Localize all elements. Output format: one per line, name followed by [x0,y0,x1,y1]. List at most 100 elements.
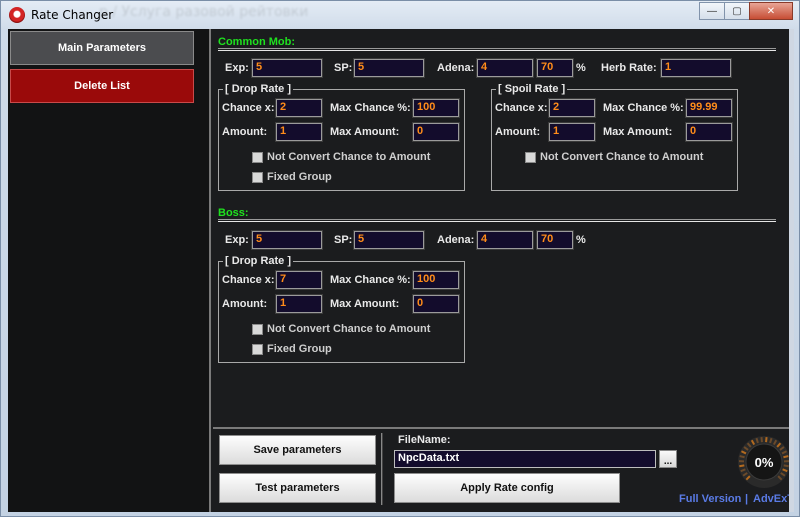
gauge-tick [765,437,768,443]
common-drop-max-amount-label: Max Amount: [330,126,400,138]
window-controls: — ▢ ✕ [699,2,793,20]
common-exp-input[interactable]: 5 [251,58,323,78]
checkbox-label: Not Convert Chance to Amount [267,151,431,163]
common-drop-rate-title: [ Drop Rate ] [223,83,293,95]
gauge-tick [783,464,789,468]
common-drop-chance-label: Chance x: [222,102,275,114]
boss-drop-rate-group: [ Drop Rate ] Chance x: 7 Max Chance %: … [218,255,465,363]
gauge-tick [760,437,763,443]
gauge-tick [783,455,789,459]
spoil-max-amount-label: Max Amount: [603,126,673,138]
progress-gauge: 0% [738,436,790,488]
spoil-max-chance-input[interactable]: 99.99 [685,98,733,118]
boss-adena-input[interactable]: 4 [476,230,534,250]
checkbox-box[interactable] [252,323,263,335]
spoil-amount-input[interactable]: 1 [548,122,596,142]
common-sp-input[interactable]: 5 [353,58,425,78]
boss-drop-not-convert-checkbox[interactable]: Not Convert Chance to Amount [252,323,430,335]
boss-drop-max-amount-input[interactable]: 0 [412,294,460,314]
close-button[interactable]: ✕ [749,2,793,20]
common-drop-rate-group: [ Drop Rate ] Chance x: 2 Max Chance %: … [218,83,465,191]
background-window-title: р / Услуга разовой рейтовки [99,4,309,20]
checkbox-box[interactable] [252,171,263,183]
apply-rate-config-button[interactable]: Apply Rate config [394,473,620,503]
common-adena-percent-input[interactable]: 70 [536,58,574,78]
common-drop-amount-input[interactable]: 1 [275,122,323,142]
app-icon [9,7,25,23]
common-drop-not-convert-checkbox[interactable]: Not Convert Chance to Amount [252,151,430,163]
author-link[interactable]: AdvExT [753,493,794,505]
common-adena-label: Adena: [437,62,475,74]
gauge-tick [739,455,745,459]
boss-drop-amount-input[interactable]: 1 [275,294,323,314]
common-adena-input[interactable]: 4 [476,58,534,78]
common-mob-title: Common Mob: [218,36,295,48]
minimize-button[interactable]: — [699,2,725,20]
checkbox-box[interactable] [252,343,263,355]
common-drop-max-chance-input[interactable]: 100 [412,98,460,118]
common-drop-chance-input[interactable]: 2 [275,98,323,118]
boss-divider [218,219,776,222]
client-area: Main Parameters Delete List Common Mob: … [8,29,794,512]
maximize-button[interactable]: ▢ [724,2,750,20]
delete-list-button[interactable]: Delete List [10,69,194,103]
toolbar-separator [381,433,383,505]
checkbox-label: Not Convert Chance to Amount [540,151,704,163]
parameters-panel: Common Mob: Exp: 5 SP: 5 Adena: 4 70 % H… [213,29,794,427]
filename-label: FileName: [398,434,451,446]
boss-exp-label: Exp: [225,234,249,246]
progress-percent-text: 0% [755,455,774,470]
title-bar[interactable]: Rate Changer р / Услуга разовой рейтовки… [1,1,799,29]
common-drop-amount-label: Amount: [222,126,268,138]
boss-drop-max-amount-label: Max Amount: [330,298,400,310]
checkbox-box[interactable] [525,151,536,163]
common-sp-label: SP: [334,62,353,74]
boss-drop-amount-label: Amount: [222,298,268,310]
boss-percent-sign: % [576,234,586,246]
app-window: Rate Changer р / Услуга разовой рейтовки… [0,0,800,517]
checkbox-label: Not Convert Chance to Amount [267,323,431,335]
boss-exp-input[interactable]: 5 [251,230,323,250]
common-percent-sign: % [576,62,586,74]
herb-rate-input[interactable]: 1 [660,58,732,78]
gauge-tick [739,464,745,468]
main-parameters-button[interactable]: Main Parameters [10,31,194,65]
common-drop-fixed-group-checkbox[interactable]: Fixed Group [252,171,332,183]
filename-input[interactable]: NpcData.txt [394,450,656,468]
common-drop-max-amount-input[interactable]: 0 [412,122,460,142]
spoil-chance-input[interactable]: 2 [548,98,596,118]
boss-adena-label: Adena: [437,234,475,246]
save-parameters-button[interactable]: Save parameters [219,435,376,465]
full-version-link[interactable]: Full Version [679,493,741,505]
checkbox-label: Fixed Group [267,171,332,183]
boss-title: Boss: [218,207,249,219]
spoil-rate-title: [ Spoil Rate ] [496,83,568,95]
boss-drop-max-chance-input[interactable]: 100 [412,270,460,290]
common-mob-divider [218,48,776,51]
boss-adena-percent-input[interactable]: 70 [536,230,574,250]
common-drop-max-chance-label: Max Chance %: [330,102,411,114]
bottom-toolbar: Save parameters Test parameters FileName… [213,427,794,512]
boss-sp-label: SP: [334,234,353,246]
sidebar: Main Parameters Delete List [8,29,211,512]
spoil-chance-label: Chance x: [495,102,548,114]
boss-drop-chance-input[interactable]: 7 [275,270,323,290]
footer-separator: | [745,493,749,505]
spoil-not-convert-checkbox[interactable]: Not Convert Chance to Amount [525,151,703,163]
test-parameters-button[interactable]: Test parameters [219,473,376,503]
spoil-max-amount-input[interactable]: 0 [685,122,733,142]
herb-rate-label: Herb Rate: [601,62,657,74]
boss-drop-max-chance-label: Max Chance %: [330,274,411,286]
spoil-max-chance-label: Max Chance %: [603,102,684,114]
spoil-rate-group: [ Spoil Rate ] Chance x: 2 Max Chance %:… [491,83,738,191]
boss-drop-rate-title: [ Drop Rate ] [223,255,293,267]
boss-sp-input[interactable]: 5 [353,230,425,250]
common-exp-label: Exp: [225,62,249,74]
right-edge-scrollbar[interactable] [789,29,794,512]
spoil-amount-label: Amount: [495,126,541,138]
boss-drop-chance-label: Chance x: [222,274,275,286]
checkbox-box[interactable] [252,151,263,163]
boss-drop-fixed-group-checkbox[interactable]: Fixed Group [252,343,332,355]
checkbox-label: Fixed Group [267,343,332,355]
browse-button[interactable]: ... [659,450,677,468]
